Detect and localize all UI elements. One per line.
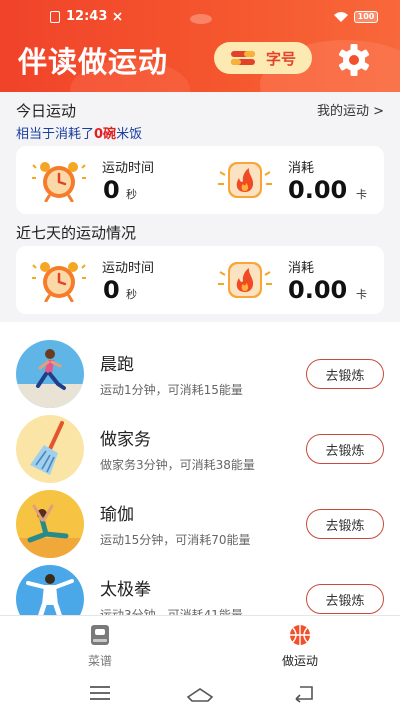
- exercise-description: 运动3分钟，可消耗41能量: [100, 608, 243, 615]
- equivalence-prefix: 相当于消耗了: [16, 127, 95, 142]
- app-header: 12:43 100 伴读做运动 字号: [0, 0, 400, 92]
- start-exercise-button[interactable]: 去锻炼: [306, 359, 384, 389]
- font-size-icon: [230, 51, 255, 65]
- status-time: 12:43: [66, 9, 108, 24]
- today-heading: 今日运动: [16, 102, 77, 120]
- today-stats-card: 运动时间 0 秒 消耗 0.00 卡: [16, 146, 384, 214]
- alarm-clock-icon: [32, 162, 86, 202]
- calories-unit: 卡: [356, 188, 367, 201]
- font-size-label: 字号: [265, 49, 296, 68]
- status-bar: 12:43 100: [0, 0, 400, 36]
- week-heading: 近七天的运动情况: [16, 224, 137, 242]
- alarm-clock-icon: [32, 262, 86, 302]
- calorie-equivalence: 相当于消耗了0碗米饭: [16, 123, 142, 142]
- exercise-list: 晨跑 运动1分钟，可消耗15能量 去锻炼 做家务 做家务3分钟，可消耗38能量 …: [0, 322, 400, 615]
- start-exercise-button[interactable]: 去锻炼: [306, 584, 384, 614]
- duration-unit: 秒: [126, 288, 137, 301]
- recipe-book-icon: [91, 625, 109, 645]
- calories-value: 0.00: [288, 176, 348, 204]
- tai-chi-icon: [16, 565, 84, 615]
- gallery-notification-icon: [50, 10, 60, 23]
- start-exercise-button[interactable]: 去锻炼: [306, 434, 384, 464]
- tab-label: 做运动: [281, 654, 318, 668]
- my-exercise-link[interactable]: 我的运动 >: [317, 100, 384, 119]
- wifi-icon: [334, 12, 348, 22]
- exercise-row-morning-run[interactable]: 晨跑 运动1分钟，可消耗15能量 去锻炼: [0, 337, 400, 412]
- duration-value: 0: [103, 276, 120, 304]
- app-title: 伴读做运动: [18, 45, 169, 79]
- settings-gear-icon[interactable]: [336, 42, 372, 78]
- start-exercise-button[interactable]: 去锻炼: [306, 509, 384, 539]
- exercise-name: 太极拳: [100, 580, 151, 600]
- bottom-tab-bar: 菜谱 做运动: [0, 615, 400, 675]
- tab-label: 菜谱: [87, 654, 112, 668]
- running-woman-icon: [16, 340, 84, 408]
- exercise-row-tai-chi[interactable]: 太极拳 运动3分钟，可消耗41能量 去锻炼: [0, 562, 400, 615]
- calories-unit: 卡: [356, 288, 367, 301]
- yoga-pose-icon: [16, 490, 84, 558]
- exercise-row-yoga[interactable]: 瑜伽 运动15分钟，可消耗70能量 去锻炼: [0, 487, 400, 562]
- duration-label: 运动时间: [102, 261, 155, 276]
- equivalence-value: 0碗: [94, 127, 117, 142]
- tools-notification-icon: [113, 12, 122, 21]
- back-icon[interactable]: [290, 683, 318, 703]
- duration-label: 运动时间: [102, 161, 155, 176]
- week-stats-card: 运动时间 0 秒 消耗 0.00 卡: [16, 246, 384, 314]
- exercise-description: 运动15分钟，可消耗70能量: [100, 533, 251, 547]
- exercise-name: 晨跑: [100, 355, 134, 375]
- system-nav-bar: [0, 675, 400, 711]
- exercise-row-housework[interactable]: 做家务 做家务3分钟，可消耗38能量 去锻炼: [0, 412, 400, 487]
- home-icon[interactable]: [186, 683, 214, 703]
- basketball-icon: [290, 625, 310, 645]
- calories-value: 0.00: [288, 276, 348, 304]
- exercise-description: 做家务3分钟，可消耗38能量: [100, 458, 255, 472]
- tab-exercise[interactable]: 做运动: [260, 624, 340, 669]
- broom-icon: [16, 415, 84, 483]
- font-size-button[interactable]: 字号: [214, 42, 312, 74]
- flame-icon: [218, 262, 272, 298]
- tab-recipes[interactable]: 菜谱: [60, 624, 140, 669]
- exercise-name: 瑜伽: [100, 505, 134, 525]
- duration-unit: 秒: [126, 188, 137, 201]
- exercise-name: 做家务: [100, 430, 151, 450]
- calories-label: 消耗: [288, 161, 315, 176]
- battery-indicator: 100: [354, 11, 378, 23]
- duration-value: 0: [103, 176, 120, 204]
- flame-icon: [218, 162, 272, 198]
- calories-label: 消耗: [288, 261, 315, 276]
- exercise-description: 运动1分钟，可消耗15能量: [100, 383, 243, 397]
- equivalence-suffix: 米饭: [116, 127, 143, 142]
- menu-icon[interactable]: [86, 683, 114, 703]
